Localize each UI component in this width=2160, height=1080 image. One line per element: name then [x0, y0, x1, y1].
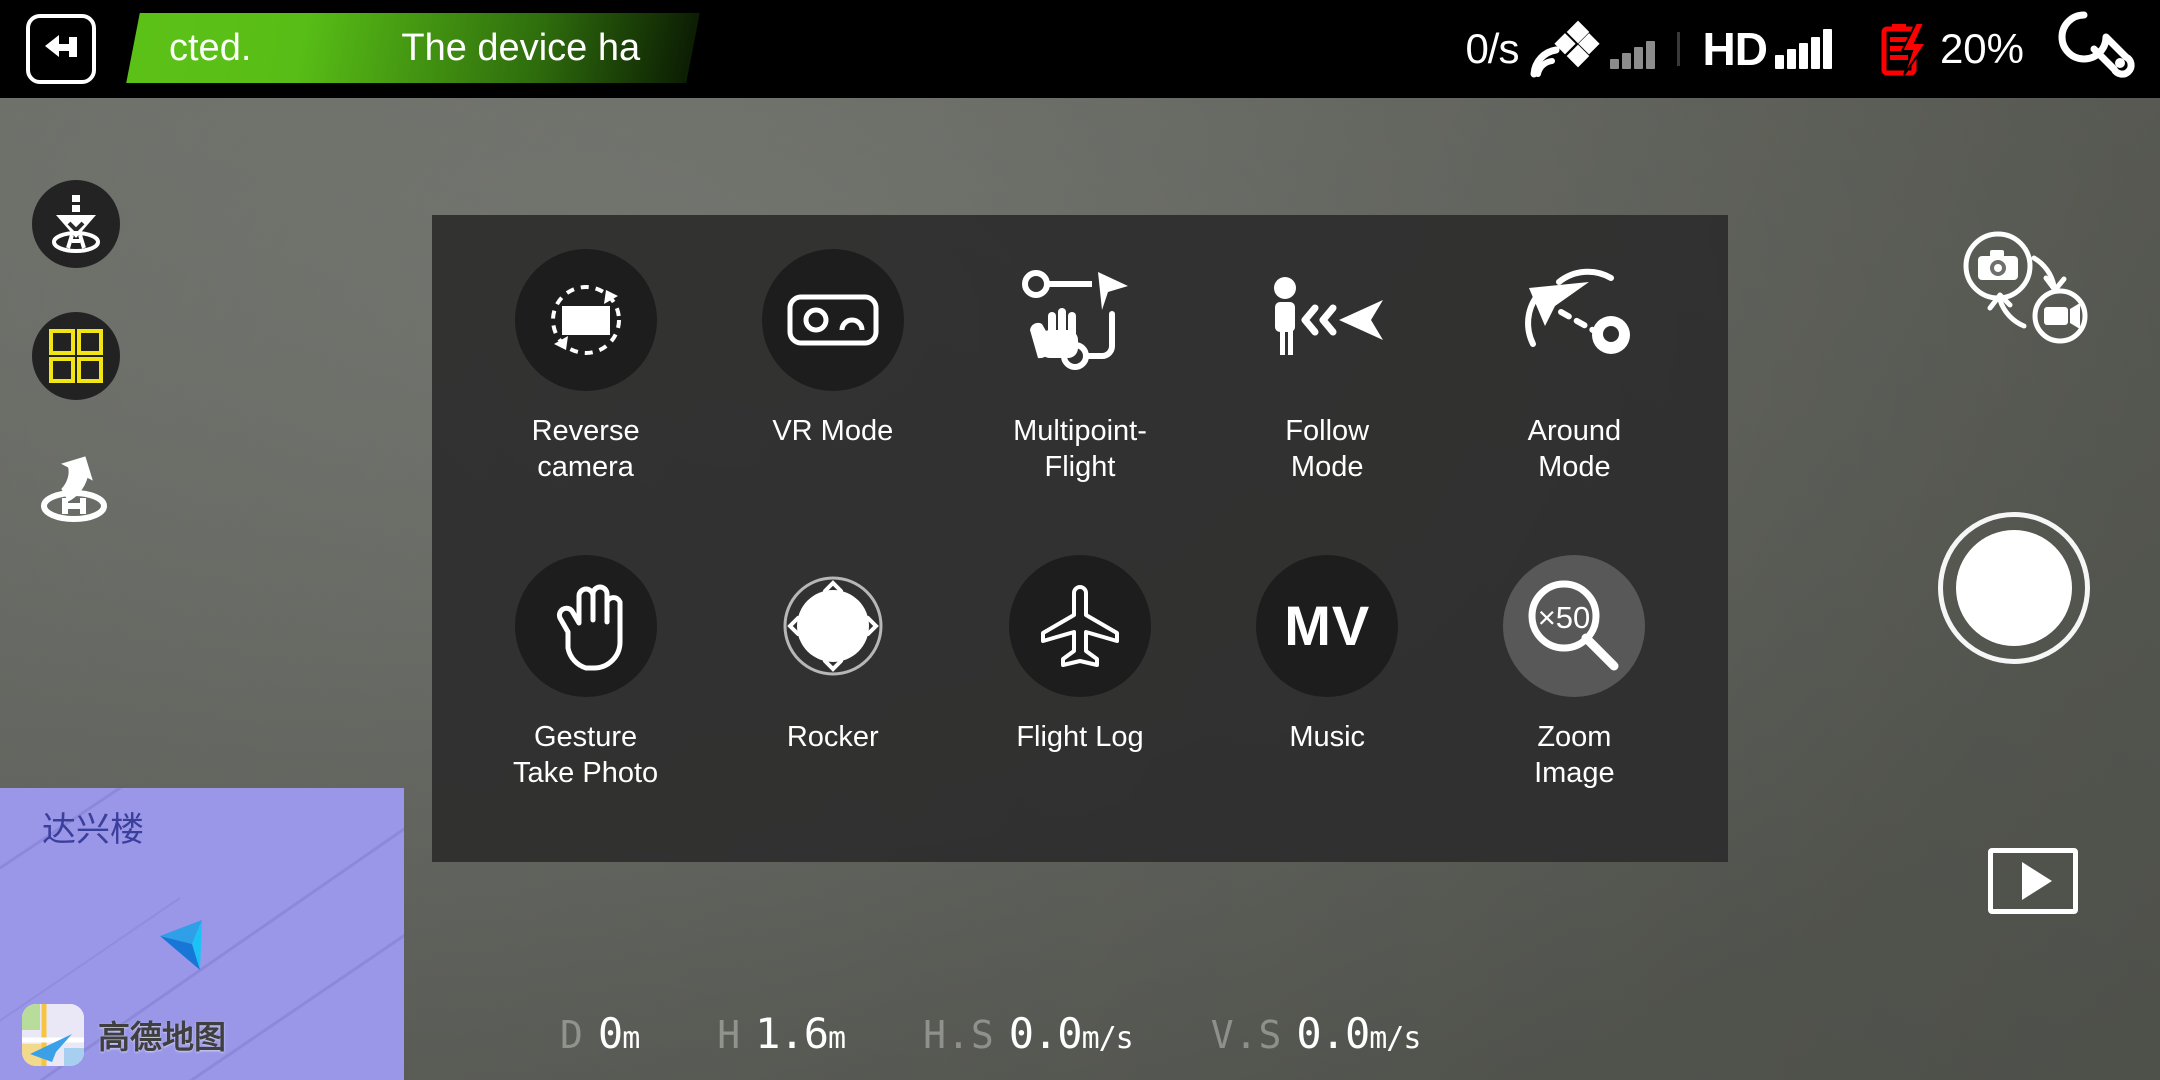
map-provider-logo: 高德地图	[22, 1004, 226, 1066]
left-control-rail	[32, 180, 120, 532]
shutter-button[interactable]	[1938, 512, 2090, 664]
camera-video-swap-icon	[1963, 231, 2088, 344]
drone-app-screen: cted. The device ha 0/s HD 20% Reverse c…	[0, 0, 2160, 1080]
settings-button[interactable]	[2054, 7, 2140, 92]
battery-percent: 20%	[1939, 25, 2024, 72]
telemetry-key: V.S	[1210, 1013, 1283, 1057]
magnifier-x50-icon-bg: ×50	[1503, 554, 1646, 697]
map-widget[interactable]: 达兴楼 高德地图	[0, 788, 404, 1080]
menu-item-music[interactable]: MV Music	[1204, 543, 1451, 849]
follow-person-icon-bg	[1256, 249, 1398, 391]
status-bar: cted. The device ha 0/s HD 20%	[0, 0, 2160, 98]
hd-signal-bars	[1774, 29, 1832, 69]
vr-goggles-icon-bg	[761, 249, 904, 391]
drone-heading-arrow	[160, 920, 202, 970]
telemetry-bar: D 0m H 1.6m H.S 0.0m/s V.S 0.0m/s	[560, 1009, 1422, 1058]
menu-item-around-mode[interactable]: Around Mode	[1451, 237, 1698, 543]
telemetry-distance: D 0m	[560, 1009, 640, 1058]
function-grid: Reverse camera VR Mode Multipoint- Fligh…	[432, 215, 1728, 862]
airplane-icon-bg	[1008, 554, 1151, 697]
camera-video-mode-toggle[interactable]	[1952, 228, 2102, 348]
back-button[interactable]	[26, 14, 96, 84]
menu-label-gesture-take-photo: Gesture Take Photo	[513, 720, 659, 789]
telemetry-value: 0.0m/s	[1296, 1009, 1421, 1058]
grid-squares-icon	[49, 329, 103, 383]
vr-goggles-icon	[787, 294, 879, 346]
video-quality-group: HD	[1702, 22, 1832, 76]
menu-label-around-mode: Around Mode	[1527, 415, 1622, 483]
amap-logo-glyph	[22, 1004, 84, 1066]
playback-button[interactable]	[1988, 848, 2078, 914]
hd-label: HD	[1702, 23, 1767, 75]
shutter-inner-circle	[1956, 530, 2072, 646]
follow-person-icon	[1274, 277, 1384, 355]
telemetry-key: D	[560, 1013, 584, 1057]
menu-label-multipoint-flight: Multipoint- Flight	[1013, 415, 1147, 483]
telemetry-value: 1.6m	[755, 1009, 846, 1058]
menu-item-flight-log[interactable]: Flight Log	[956, 543, 1203, 849]
satellite-signal-bars	[1610, 29, 1656, 69]
orbit-point-icon	[1525, 268, 1631, 354]
map-provider-name: 高德地图	[98, 1018, 227, 1056]
sidebar-item-takeoff-landing[interactable]	[32, 180, 120, 268]
open-hand-icon	[556, 584, 623, 670]
wrench-icon	[2058, 11, 2135, 78]
menu-label-reverse-camera: Reverse camera	[531, 415, 640, 483]
telemetry-horizontal-speed: H.S 0.0m/s	[923, 1009, 1134, 1058]
magnifier-x50-icon: ×50	[1528, 580, 1619, 670]
joystick-icon	[783, 576, 883, 675]
banner-text-2: The device ha	[401, 26, 641, 69]
menu-item-follow-mode[interactable]: Follow Mode	[1204, 237, 1451, 543]
orbit-point-icon-bg	[1503, 249, 1645, 391]
amap-logo-icon	[22, 1004, 84, 1066]
menu-item-gesture-take-photo[interactable]: Gesture Take Photo	[462, 543, 709, 849]
upload-speed-text: 0/s	[1465, 25, 1519, 72]
menu-label-music: Music	[1289, 720, 1366, 753]
reverse-camera-icon-bg	[514, 249, 657, 391]
waypoint-flight-icon	[1021, 270, 1128, 370]
play-icon	[2021, 862, 2052, 900]
telemetry-height: H 1.6m	[717, 1009, 846, 1058]
battery-group: 20%	[1878, 19, 2024, 79]
landing-pad-icon	[52, 195, 100, 253]
telemetry-key: H.S	[923, 1013, 995, 1057]
map-place-label: 达兴楼	[42, 810, 144, 850]
menu-label-rocker: Rocker	[786, 720, 879, 753]
function-menu-panel: Reverse camera VR Mode Multipoint- Fligh…	[432, 215, 1728, 862]
map-drone-marker	[150, 906, 222, 983]
menu-item-vr-mode[interactable]: VR Mode	[709, 237, 956, 543]
telemetry-vertical-speed: V.S 0.0m/s	[1210, 1009, 1422, 1058]
sidebar-item-menu-grid[interactable]	[32, 312, 120, 400]
telemetry-value: 0.0m/s	[1008, 1009, 1134, 1058]
waypoint-flight-icon-bg	[1009, 249, 1151, 391]
menu-item-reverse-camera[interactable]: Reverse camera	[462, 237, 709, 543]
airplane-icon	[1040, 584, 1119, 667]
svg-text:×50: ×50	[1538, 600, 1591, 635]
menu-label-follow-mode: Follow Mode	[1285, 415, 1370, 483]
status-indicators: 0/s HD 20%	[1465, 0, 2160, 98]
back-arrow-icon	[45, 35, 77, 57]
sidebar-item-return-to-home[interactable]	[32, 444, 120, 532]
notification-banner: cted. The device ha	[126, 13, 700, 83]
status-divider	[1677, 32, 1681, 66]
menu-item-zoom-image[interactable]: ×50 Zoom Image	[1451, 543, 1698, 849]
telemetry-value: 0m	[597, 1009, 640, 1058]
mv-text-icon-bg: MV	[1256, 554, 1399, 697]
battery-icon	[1881, 22, 1928, 76]
joystick-icon-bg	[762, 555, 904, 697]
satellite-icon	[1530, 20, 1601, 78]
banner-text-1: cted.	[169, 26, 252, 69]
telemetry-key: H	[717, 1013, 742, 1057]
gps-signal-group: 0/s	[1465, 18, 1656, 80]
menu-item-multipoint-flight[interactable]: Multipoint- Flight	[956, 237, 1203, 543]
menu-label-flight-log: Flight Log	[1016, 720, 1144, 753]
menu-label-vr-mode: VR Mode	[772, 415, 894, 447]
open-hand-icon-bg	[514, 554, 657, 697]
menu-item-rocker[interactable]: Rocker	[709, 543, 956, 849]
reverse-camera-icon	[550, 285, 621, 355]
mv-text-icon: MV	[1284, 594, 1371, 657]
menu-label-zoom-image: Zoom Image	[1534, 720, 1615, 789]
return-home-icon	[41, 456, 107, 522]
